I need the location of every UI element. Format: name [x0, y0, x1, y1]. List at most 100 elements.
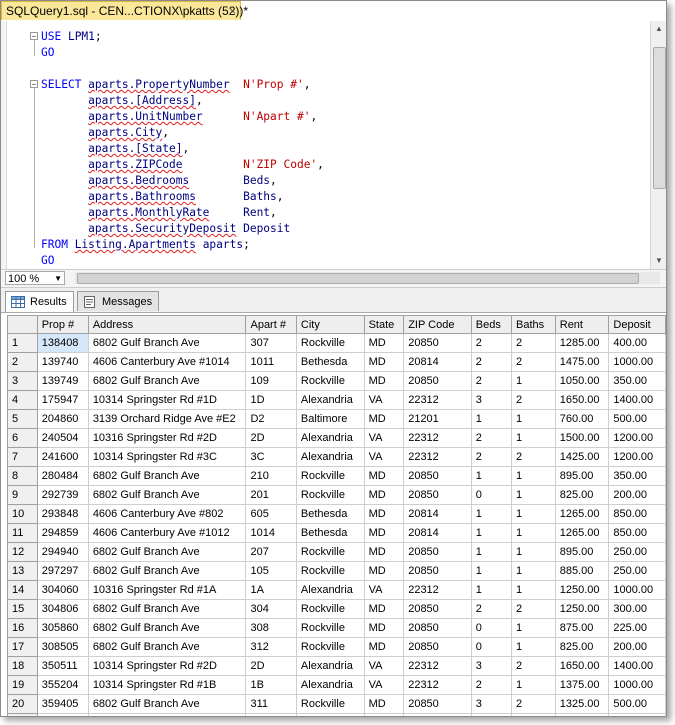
table-cell[interactable]: Bethesda — [295, 523, 365, 543]
table-cell[interactable]: 1425.00 — [554, 447, 610, 467]
table-row[interactable]: 8 280484 6802 Gulf Branch Ave 210 Rockville M… — [7, 466, 666, 486]
scroll-up-icon[interactable]: ▲ — [655, 24, 663, 33]
table-cell[interactable]: MD — [363, 694, 405, 714]
table-row[interactable]: 4 175947 10314 Springster Rd #1D 1D Alexandr… — [7, 390, 666, 410]
row-number[interactable]: 13 — [7, 561, 38, 581]
table-cell[interactable]: 1 — [511, 428, 556, 448]
code-line[interactable]: FROM Listing.Apartments aparts; — [41, 237, 324, 253]
table-cell[interactable]: 875.00 — [554, 618, 610, 638]
table-cell[interactable]: 10314 Springster Rd #1D — [87, 390, 247, 410]
table-cell[interactable]: 2D — [245, 656, 297, 676]
row-number[interactable]: 18 — [7, 656, 38, 676]
table-cell[interactable]: 2 — [470, 428, 513, 448]
table-cell[interactable]: 105 — [245, 561, 297, 581]
table-cell[interactable]: 6802 Gulf Branch Ave — [87, 618, 247, 638]
chevron-down-icon[interactable]: ▼ — [54, 272, 62, 286]
table-cell[interactable]: 20814 — [403, 523, 472, 543]
table-cell[interactable]: 0 — [470, 637, 513, 657]
table-cell[interactable]: 1200.00 — [608, 447, 666, 467]
table-cell[interactable]: 1 — [470, 561, 513, 581]
query-editor[interactable]: − − USE LPM1; GO SELECT aparts.PropertyNum… — [1, 21, 650, 269]
code-line[interactable]: GO — [41, 45, 324, 61]
code-line[interactable]: aparts.[State], — [41, 141, 324, 157]
code-line[interactable]: GO — [41, 253, 324, 269]
table-cell[interactable]: Alexandria — [295, 390, 365, 410]
table-cell[interactable]: 1 — [511, 409, 556, 429]
table-cell[interactable]: 825.00 — [554, 637, 610, 657]
code-line[interactable]: USE LPM1; — [41, 29, 324, 45]
table-cell[interactable]: 22312 — [403, 656, 472, 676]
table-row[interactable]: 13 297297 6802 Gulf Branch Ave 105 Rockville… — [7, 561, 666, 581]
table-cell[interactable]: 200.00 — [608, 637, 666, 657]
table-cell[interactable]: 20850 — [403, 637, 472, 657]
code-line[interactable]: aparts.[Address], — [41, 93, 324, 109]
table-cell[interactable]: 201 — [245, 485, 297, 505]
table-cell[interactable] — [554, 713, 610, 716]
column-header[interactable]: Baths — [511, 315, 556, 334]
table-cell[interactable]: 3 — [470, 694, 513, 714]
table-cell[interactable]: VA — [363, 428, 405, 448]
table-cell[interactable]: 6802 Gulf Branch Ave — [87, 485, 247, 505]
table-cell[interactable]: 1 — [470, 466, 513, 486]
table-cell[interactable]: 1 — [511, 542, 556, 562]
table-cell[interactable]: MD — [363, 409, 405, 429]
table-cell[interactable]: Alexandria — [295, 580, 365, 600]
tab-messages[interactable]: Messages — [77, 291, 160, 311]
row-number[interactable]: 3 — [7, 371, 38, 391]
table-cell[interactable]: 1 — [511, 485, 556, 505]
table-cell[interactable]: 1 — [511, 371, 556, 391]
table-cell[interactable]: 2 — [511, 599, 556, 619]
table-cell[interactable]: MD — [363, 599, 405, 619]
scroll-thumb[interactable] — [653, 47, 666, 189]
table-cell[interactable]: 1650.00 — [554, 390, 610, 410]
table-row[interactable]: 10 293848 4606 Canterbury Ave #802 605 Bethe… — [7, 504, 666, 524]
table-cell[interactable]: D2 — [245, 409, 297, 429]
column-header[interactable]: Beds — [470, 315, 513, 334]
table-cell[interactable] — [470, 713, 513, 716]
table-cell[interactable]: 2 — [470, 447, 513, 467]
table-cell[interactable]: MD — [363, 504, 405, 524]
table-cell[interactable]: 210 — [245, 466, 297, 486]
table-cell[interactable]: 355204 — [36, 675, 89, 695]
column-header[interactable]: Prop # — [36, 315, 89, 334]
code-line[interactable]: aparts.SecurityDeposit Deposit — [41, 221, 324, 237]
table-cell[interactable]: 500.00 — [608, 694, 666, 714]
row-header-corner[interactable] — [7, 315, 38, 334]
table-row[interactable]: 9 292739 6802 Gulf Branch Ave 201 Rockville M… — [7, 485, 666, 505]
table-cell[interactable]: 2D — [245, 428, 297, 448]
table-cell[interactable]: 304806 — [36, 599, 89, 619]
table-cell[interactable]: MD — [363, 523, 405, 543]
row-number[interactable]: 8 — [7, 466, 38, 486]
table-cell[interactable]: MD — [363, 618, 405, 638]
table-cell[interactable]: 0 — [470, 618, 513, 638]
table-cell[interactable] — [403, 713, 472, 716]
table-cell[interactable]: Rockville — [295, 637, 365, 657]
code-line[interactable]: aparts.Bedrooms Beds, — [41, 173, 324, 189]
table-cell[interactable]: 1 — [470, 580, 513, 600]
table-cell[interactable]: 175947 — [36, 390, 89, 410]
table-cell[interactable]: 10316 Springster Rd #2D — [87, 428, 247, 448]
table-cell[interactable]: 10314 Springster Rd #1B — [87, 675, 247, 695]
table-cell[interactable]: 4606 Canterbury Ave #1012 — [87, 523, 247, 543]
table-cell[interactable]: Rockville — [295, 618, 365, 638]
collapse-icon[interactable]: − — [30, 32, 38, 41]
table-cell[interactable]: 6802 Gulf Br — [87, 713, 247, 716]
table-cell[interactable]: 2 — [511, 352, 556, 372]
code-line[interactable]: aparts.MonthlyRate Rent, — [41, 205, 324, 221]
table-cell[interactable]: 2 — [470, 333, 513, 353]
column-header[interactable]: Rent — [554, 315, 610, 334]
code-line[interactable] — [41, 61, 324, 77]
table-cell[interactable]: 20850 — [403, 333, 472, 353]
table-cell[interactable]: Bethesda — [295, 504, 365, 524]
table-cell[interactable]: 1B — [245, 675, 297, 695]
table-cell[interactable]: 200.00 — [608, 485, 666, 505]
table-cell[interactable]: 1265.00 — [554, 523, 610, 543]
table-cell[interactable]: 1 — [511, 618, 556, 638]
table-cell[interactable]: VA — [363, 656, 405, 676]
table-cell[interactable]: 207 — [245, 542, 297, 562]
table-cell[interactable]: Rockville — [295, 466, 365, 486]
table-cell[interactable]: 20814 — [403, 352, 472, 372]
table-cell[interactable]: Alexandria — [295, 428, 365, 448]
table-cell[interactable]: 20850 — [403, 694, 472, 714]
table-cell[interactable]: 1375.00 — [554, 675, 610, 695]
